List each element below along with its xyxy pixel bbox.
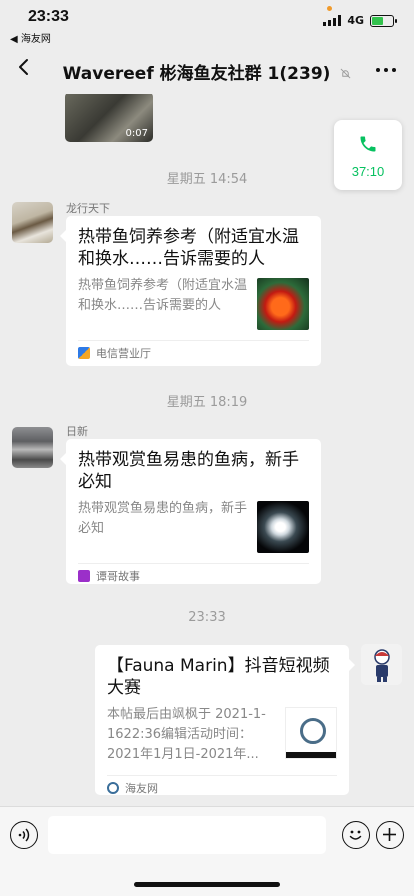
link-card-title: 热带观赏鱼易患的鱼病，新手必知 — [78, 450, 299, 492]
source-name: 谭哥故事 — [96, 569, 140, 583]
source-name: 海友网 — [125, 781, 158, 795]
link-card[interactable]: 热带观赏鱼易患的鱼病，新手必知 热带观赏鱼易患的鱼病，新手必知 谭哥故事 — [60, 439, 321, 587]
tropical-fish-thumbnail — [257, 278, 309, 330]
recording-indicator-icon — [327, 6, 332, 11]
emoji-button[interactable] — [342, 821, 370, 849]
source-logo-icon — [78, 569, 90, 582]
source-logo-icon — [78, 346, 90, 359]
sender-name: 龙行天下 — [66, 202, 110, 215]
sender-name: 日新 — [66, 425, 88, 438]
avatar[interactable] — [361, 644, 402, 685]
plus-icon — [383, 828, 396, 841]
link-card-description: 热带观赏鱼易患的鱼病，新手必知 — [78, 501, 248, 536]
link-card-source: 电信营业厅 — [78, 340, 309, 364]
betta-fish-thumbnail — [257, 501, 309, 553]
ongoing-call-button[interactable]: 37:10 — [334, 120, 402, 190]
link-card-source: 谭哥故事 — [78, 563, 309, 587]
avatar[interactable] — [12, 202, 53, 243]
message-timestamp: 23:33 — [188, 610, 226, 625]
source-name: 电信营业厅 — [96, 346, 151, 360]
status-time: 23:33 — [28, 8, 69, 25]
more-options-icon[interactable] — [376, 68, 396, 72]
message-timestamp: 星期五 18:19 — [166, 395, 248, 410]
link-card-title: 【Fauna Marin】抖音短视频大赛 — [107, 656, 330, 698]
network-type: 4G — [347, 14, 364, 27]
link-card-description: 热带鱼饲养参考（附适宜水温和换水……告诉需要的人 — [78, 278, 248, 313]
link-card[interactable]: 【Fauna Marin】抖音短视频大赛 本帖最后由飒枫于 2021-1-162… — [95, 645, 355, 795]
battery-icon — [370, 14, 397, 27]
phone-icon — [360, 136, 376, 152]
emoji-icon — [349, 830, 362, 840]
voice-icon — [18, 828, 30, 842]
link-card-source: 海友网 — [107, 775, 337, 799]
mute-bell-icon — [340, 68, 351, 82]
chat-title-text: Wavereef 彬海鱼友社群 1(239) — [62, 64, 331, 84]
more-actions-button[interactable] — [376, 821, 404, 849]
home-indicator — [134, 882, 280, 887]
avatar[interactable] — [12, 427, 53, 468]
link-card[interactable]: 热带鱼饲养参考（附适宜水温和换水……告诉需要的人 热带鱼饲养参考（附适宜水温和换… — [60, 216, 321, 366]
link-card-title: 热带鱼饲养参考（附适宜水温和换水……告诉需要的人 — [78, 227, 299, 269]
message-input[interactable] — [48, 816, 326, 854]
source-logo-icon — [107, 781, 119, 794]
qr-code-thumbnail — [285, 707, 337, 759]
signal-icon — [323, 15, 342, 26]
video-message[interactable]: 0:07 — [65, 94, 153, 142]
chat-header: Wavereef 彬海鱼友社群 1(239) — [0, 44, 414, 94]
chat-title: Wavereef 彬海鱼友社群 1(239) — [0, 59, 414, 84]
message-list[interactable]: 0:07 星期五 14:54 龙行天下 热带鱼饲养参考（附适宜水温和换水……告诉… — [0, 94, 414, 806]
back-to-app-link[interactable]: ◀ 海友网 — [10, 30, 51, 45]
status-bar: 23:33 ◀ 海友网 4G — [0, 0, 414, 45]
video-duration: 0:07 — [125, 128, 148, 139]
call-duration: 37:10 — [351, 164, 385, 179]
link-card-description: 本帖最后由飒枫于 2021-1-1622:36编辑活动时间：2021年1月1日-… — [107, 707, 266, 762]
voice-input-button[interactable] — [10, 821, 38, 849]
